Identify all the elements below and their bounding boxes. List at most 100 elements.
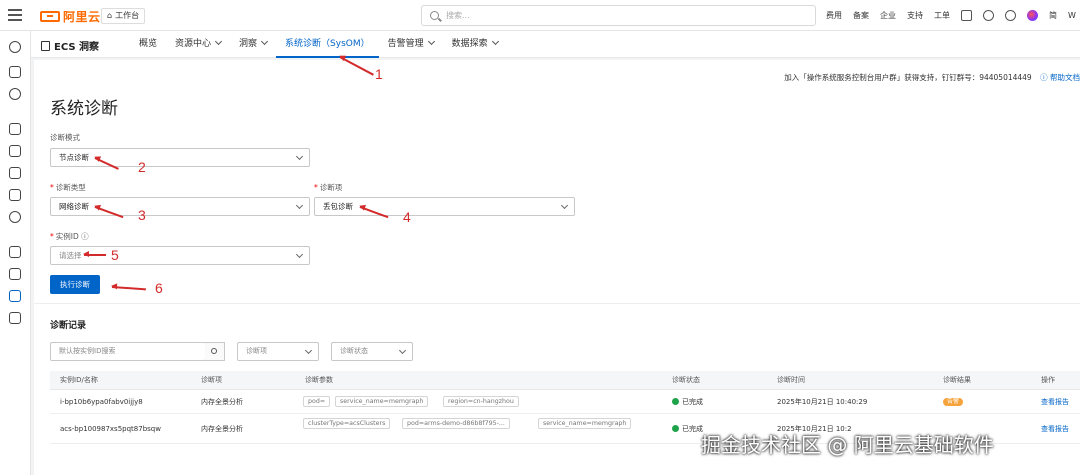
nav-filing[interactable]: 备案 [853,10,869,21]
chevron-down-icon [427,37,435,46]
records-search-placeholder: 默认按实例ID搜索 [59,347,116,355]
run-diagnosis-button[interactable]: 执行诊断 [50,275,100,294]
tab-sysom[interactable]: 系统诊断（SysOM） [276,31,379,58]
tab-insight[interactable]: 洞察 [230,31,276,58]
ai-assistant-icon[interactable] [1027,10,1038,21]
status-badge: 已完成 [672,390,703,414]
view-report-link[interactable]: 查看报告 [1041,390,1069,414]
col-action: 操作 [1041,376,1055,384]
tab-data-explore[interactable]: 数据探索 [443,31,507,58]
filter-item-select[interactable]: 诊断项 [237,342,319,361]
left-sidebar [0,31,31,475]
col-time: 诊断时间 [777,376,805,384]
filter-status-select[interactable]: 诊断状态 [331,342,413,361]
monitor-icon[interactable] [9,167,21,179]
aliyun-logo-icon [40,10,60,22]
support-group-text: 加入「操作系统服务控制台用户群」获得支持，钉钉群号：94405014449 [784,73,1032,82]
chevron-down-icon [295,201,304,210]
insight-icon[interactable] [9,88,21,100]
item-value: 丢包诊断 [323,202,353,211]
tab-alert-management[interactable]: 告警管理 [379,31,443,58]
workbench-button[interactable]: ⌂ 工作台 [101,8,146,24]
cube-icon[interactable] [9,145,21,157]
main-panel: 加入「操作系统服务控制台用户群」获得支持，钉钉群号：94405014449 ⓘ … [34,60,1080,475]
row-instance[interactable]: i-bp10b6ypa0fabv0ijjy8 [60,390,143,414]
tab-label: 资源中心 [175,39,212,49]
table-row: i-bp10b6ypa0fabv0ijjy8 内存全景分析 pod= servi… [50,390,1080,414]
mode-select[interactable]: 节点诊断 [50,148,310,167]
search-placeholder: 搜索... [446,11,470,20]
tab-resource-center[interactable]: 资源中心 [166,31,230,58]
question-icon[interactable]: ⓘ [81,232,89,241]
gear-icon[interactable] [9,268,21,280]
tab-overview[interactable]: 概览 [130,31,166,58]
row-time: 2025年10月21日 10:40:29 [777,398,868,406]
target-icon[interactable] [9,312,21,324]
image-icon[interactable] [961,10,972,21]
page-title: 系统诊断 [50,99,118,119]
records-search-button[interactable] [205,342,225,361]
records-search-input[interactable]: 默认按实例ID搜索 [50,342,206,361]
param-tag: service_name=memgraph [538,418,632,429]
row-item: 内存全景分析 [201,425,243,433]
annotation-arrow [83,251,106,257]
user-avatar[interactable]: W [1068,11,1076,20]
chevron-down-icon [295,152,304,161]
tab-bar: 概览 资源中心 洞察 系统诊断（SysOM） 告警管理 数据探索 [130,31,507,58]
param-tag: pod=arms-demo-d86b8f795-... [402,418,510,429]
type-label: * 诊断类型 [50,183,86,192]
workbench-label: 工作台 [115,11,140,20]
tower-icon[interactable] [9,189,21,201]
home-nav-icon[interactable] [9,66,21,78]
chevron-down-icon [295,250,304,259]
screen-icon[interactable] [9,246,21,258]
nav-enterprise[interactable]: 企业 [880,10,896,21]
param-tag: pod= [303,396,331,407]
help-icon[interactable] [1005,10,1016,21]
col-item: 诊断项 [201,376,222,384]
help-doc-link[interactable]: ⓘ 帮助文档 [1040,73,1080,82]
bell-icon[interactable] [983,10,994,21]
menu-icon[interactable] [8,9,22,21]
records-title: 诊断记录 [50,321,87,331]
help-circle-icon: ⓘ [1040,73,1050,82]
top-bar: 阿里云 ⌂ 工作台 搜索... 费用 备案 企业 支持 工单 简 W [0,0,1080,31]
instance-select[interactable]: 请选择 [50,246,310,265]
search-icon [211,348,217,354]
chevron-down-icon [261,37,269,46]
aliyun-logo[interactable]: 阿里云 [40,9,101,24]
type-label-text: 诊断类型 [55,183,86,192]
language-switch[interactable]: 简 [1049,10,1057,21]
cloud-icon[interactable] [9,41,21,53]
diagnosis-icon[interactable] [9,290,21,302]
instance-label-text: 实例ID [55,232,79,241]
annotation-number: 3 [138,207,146,223]
nav-support[interactable]: 支持 [907,10,923,21]
param-tag: clusterType=acsClusters [303,418,391,429]
status-text: 已完成 [682,425,703,433]
type-value: 网络诊断 [59,202,89,211]
chevron-down-icon [398,346,407,355]
global-search-input[interactable]: 搜索... [421,5,816,26]
type-select[interactable]: 网络诊断 [50,197,310,216]
item-label: * 诊断项 [314,183,343,192]
annotation-number: 5 [111,247,119,263]
tab-label: 洞察 [239,39,258,49]
row-instance[interactable]: acs-bp100987xs5pqt87bsqw [60,414,161,444]
watermark: 掘金技术社区 @ 阿里云基础软件 [701,433,994,457]
nav-ticket[interactable]: 工单 [934,10,950,21]
home-icon: ⌂ [107,11,113,20]
product-brand[interactable]: ECS 洞察 [41,38,99,53]
param-tag: region=cn-hangzhou [443,396,519,407]
view-report-link[interactable]: 查看报告 [1041,414,1069,444]
item-select[interactable]: 丢包诊断 [314,197,575,216]
brand-label: ECS 洞察 [54,42,100,53]
nav-billing[interactable]: 费用 [826,10,842,21]
filter-item-label: 诊断项 [246,347,267,355]
cloud-sync-icon[interactable] [9,211,21,223]
chevron-down-icon [304,346,313,355]
mode-label: 诊断模式 [50,133,80,142]
filter-status-label: 诊断状态 [340,347,368,355]
scan-icon[interactable] [9,123,21,135]
annotation-number: 4 [403,209,411,225]
